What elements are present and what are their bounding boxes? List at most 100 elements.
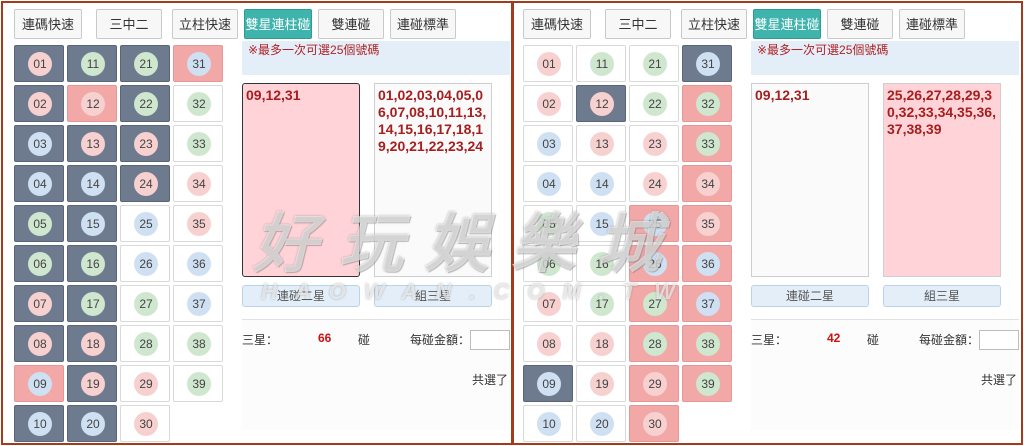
pool-numbers-box[interactable]: 01,02,03,04,05,06,07,08,10,11,13,14,15,1… bbox=[374, 83, 492, 277]
money-input[interactable] bbox=[979, 330, 1019, 350]
number-cell[interactable]: 35 bbox=[173, 205, 223, 242]
number-cell[interactable]: 25 bbox=[120, 205, 170, 242]
number-cell[interactable]: 27 bbox=[120, 285, 170, 322]
tab-0[interactable]: 連碼快速 bbox=[523, 9, 591, 39]
number-cell[interactable]: 15 bbox=[576, 205, 626, 242]
number-cell[interactable]: 11 bbox=[576, 45, 626, 82]
tab-1[interactable]: 三中二 bbox=[96, 9, 162, 39]
pool-numbers-box[interactable]: 25,26,27,28,29,30,32,33,34,35,36,37,38,3… bbox=[883, 83, 1001, 277]
number-cell[interactable]: 04 bbox=[14, 165, 64, 202]
number-cell[interactable]: 37 bbox=[173, 285, 223, 322]
tab-5[interactable]: 連碰標準 bbox=[899, 9, 965, 39]
number-cell[interactable]: 23 bbox=[629, 125, 679, 162]
number-cell[interactable]: 18 bbox=[67, 325, 117, 362]
tab-4[interactable]: 雙連碰 bbox=[827, 9, 893, 39]
number-cell[interactable]: 34 bbox=[173, 165, 223, 202]
number-cell[interactable]: 29 bbox=[629, 365, 679, 402]
number-cell[interactable]: 33 bbox=[682, 125, 732, 162]
number-cell[interactable]: 01 bbox=[523, 45, 573, 82]
selected-numbers-box[interactable]: 09,12,31 bbox=[242, 83, 360, 277]
number-cell[interactable]: 26 bbox=[629, 245, 679, 282]
number-cell[interactable]: 12 bbox=[67, 85, 117, 122]
number-cell[interactable]: 26 bbox=[120, 245, 170, 282]
number-cell[interactable]: 06 bbox=[523, 245, 573, 282]
number-cell[interactable]: 05 bbox=[14, 205, 64, 242]
lian-peng-two-star-button[interactable]: 連碰二星 bbox=[751, 285, 869, 307]
number-cell[interactable]: 20 bbox=[67, 405, 117, 442]
number-cell[interactable]: 32 bbox=[682, 85, 732, 122]
number-cell[interactable]: 39 bbox=[682, 365, 732, 402]
number-cell[interactable]: 07 bbox=[523, 285, 573, 322]
lian-peng-two-star-button[interactable]: 連碰二星 bbox=[242, 285, 360, 307]
tab-3[interactable]: 雙星連柱碰 bbox=[753, 9, 821, 39]
number-cell[interactable]: 32 bbox=[173, 85, 223, 122]
number-cell[interactable]: 10 bbox=[14, 405, 64, 442]
number-cell[interactable]: 08 bbox=[523, 325, 573, 362]
tab-2[interactable]: 立柱快速 bbox=[681, 9, 747, 39]
number-cell[interactable]: 18 bbox=[576, 325, 626, 362]
number-cell[interactable]: 24 bbox=[120, 165, 170, 202]
number-cell[interactable]: 28 bbox=[629, 325, 679, 362]
number-cell[interactable]: 03 bbox=[14, 125, 64, 162]
number-cell[interactable]: 04 bbox=[523, 165, 573, 202]
number-cell[interactable]: 05 bbox=[523, 205, 573, 242]
number-cell[interactable]: 19 bbox=[67, 365, 117, 402]
number-cell[interactable]: 30 bbox=[629, 405, 679, 442]
number-cell[interactable]: 21 bbox=[629, 45, 679, 82]
number-cell[interactable]: 14 bbox=[576, 165, 626, 202]
number-cell[interactable]: 09 bbox=[14, 365, 64, 402]
number-cell[interactable]: 30 bbox=[120, 405, 170, 442]
number-cell[interactable]: 25 bbox=[629, 205, 679, 242]
tab-3[interactable]: 雙星連柱碰 bbox=[244, 9, 312, 39]
group-three-star-button[interactable]: 組三星 bbox=[374, 285, 492, 307]
number-cell[interactable]: 33 bbox=[173, 125, 223, 162]
number-cell[interactable]: 36 bbox=[682, 245, 732, 282]
number-cell[interactable]: 37 bbox=[682, 285, 732, 322]
number-cell[interactable]: 22 bbox=[120, 85, 170, 122]
money-input[interactable] bbox=[470, 330, 510, 350]
number-cell[interactable]: 23 bbox=[120, 125, 170, 162]
number-cell[interactable]: 38 bbox=[682, 325, 732, 362]
number-cell[interactable]: 01 bbox=[14, 45, 64, 82]
number-cell[interactable]: 28 bbox=[120, 325, 170, 362]
number-cell[interactable]: 17 bbox=[576, 285, 626, 322]
number-cell[interactable]: 15 bbox=[67, 205, 117, 242]
number-cell[interactable]: 34 bbox=[682, 165, 732, 202]
number-cell[interactable]: 24 bbox=[629, 165, 679, 202]
number-cell[interactable]: 31 bbox=[173, 45, 223, 82]
number-cell[interactable]: 02 bbox=[523, 85, 573, 122]
number-cell[interactable]: 11 bbox=[67, 45, 117, 82]
tab-0[interactable]: 連碼快速 bbox=[14, 9, 82, 39]
number-cell[interactable]: 14 bbox=[67, 165, 117, 202]
number-cell[interactable]: 21 bbox=[120, 45, 170, 82]
number-cell[interactable]: 38 bbox=[173, 325, 223, 362]
number-cell[interactable]: 08 bbox=[14, 325, 64, 362]
number-cell[interactable]: 27 bbox=[629, 285, 679, 322]
tab-5[interactable]: 連碰標準 bbox=[390, 9, 456, 39]
number-cell[interactable]: 13 bbox=[576, 125, 626, 162]
number-cell[interactable]: 02 bbox=[14, 85, 64, 122]
number-cell[interactable]: 19 bbox=[576, 365, 626, 402]
tab-4[interactable]: 雙連碰 bbox=[318, 9, 384, 39]
number-cell[interactable]: 16 bbox=[67, 245, 117, 282]
tab-2[interactable]: 立柱快速 bbox=[172, 9, 238, 39]
number-cell[interactable]: 09 bbox=[523, 365, 573, 402]
number-cell[interactable]: 06 bbox=[14, 245, 64, 282]
number-cell[interactable]: 03 bbox=[523, 125, 573, 162]
number-cell[interactable]: 36 bbox=[173, 245, 223, 282]
number-cell[interactable]: 07 bbox=[14, 285, 64, 322]
number-cell[interactable]: 31 bbox=[682, 45, 732, 82]
number-cell[interactable]: 13 bbox=[67, 125, 117, 162]
number-cell[interactable]: 12 bbox=[576, 85, 626, 122]
tab-1[interactable]: 三中二 bbox=[605, 9, 671, 39]
number-cell[interactable]: 20 bbox=[576, 405, 626, 442]
number-cell[interactable]: 35 bbox=[682, 205, 732, 242]
number-cell[interactable]: 22 bbox=[629, 85, 679, 122]
group-three-star-button[interactable]: 組三星 bbox=[883, 285, 1001, 307]
number-cell[interactable]: 17 bbox=[67, 285, 117, 322]
number-cell[interactable]: 29 bbox=[120, 365, 170, 402]
number-cell[interactable]: 39 bbox=[173, 365, 223, 402]
selected-numbers-box[interactable]: 09,12,31 bbox=[751, 83, 869, 277]
number-cell[interactable]: 10 bbox=[523, 405, 573, 442]
number-cell[interactable]: 16 bbox=[576, 245, 626, 282]
